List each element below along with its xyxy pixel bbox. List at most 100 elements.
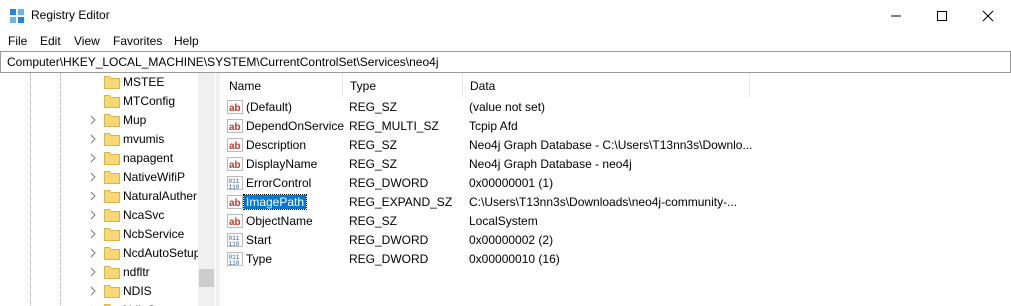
tree-scrollbar-thumb[interactable] — [199, 269, 214, 287]
value-type: REG_DWORD — [349, 252, 429, 266]
address-bar[interactable]: Computer\HKEY_LOCAL_MACHINE\SYSTEM\Curre… — [0, 51, 1011, 73]
close-button[interactable] — [965, 0, 1011, 31]
string-value-icon: ab — [227, 157, 243, 171]
tree-item-label: NcbService — [123, 227, 185, 241]
binary-value-icon: 011110 — [227, 252, 243, 267]
tree-item[interactable]: napagent — [88, 149, 206, 168]
minimize-button[interactable] — [873, 0, 919, 31]
folder-icon — [104, 285, 120, 298]
value-row[interactable]: ab (Default) REG_SZ (value not set) — [221, 98, 1011, 117]
tree-item[interactable]: MTConfig — [88, 92, 206, 111]
value-data: (value not set) — [469, 100, 546, 114]
svg-text:ab: ab — [229, 141, 241, 152]
maximize-icon — [937, 10, 947, 21]
tree-item[interactable]: NDIS — [88, 282, 206, 301]
value-data: Neo4j Graph Database - C:\Users\T13nn3s\… — [469, 138, 753, 152]
svg-text:ab: ab — [229, 198, 241, 209]
tree-guide-line — [30, 73, 31, 306]
tree-item[interactable]: NdisCap — [88, 301, 206, 306]
value-row[interactable]: 011 110 ErrorControl REG_DWORD 0x00000001 (1… — [221, 174, 1011, 193]
value-row[interactable]: ab DependOnService REG_MULTI_SZ Tcpip Afd — [221, 117, 1011, 136]
tree-item[interactable]: Mup — [88, 111, 206, 130]
minimize-icon — [891, 15, 901, 16]
menu-file[interactable]: File — [8, 34, 27, 48]
value-type: REG_EXPAND_SZ — [349, 195, 453, 209]
value-name[interactable]: DependOnService — [244, 119, 346, 133]
value-name[interactable]: Description — [244, 138, 308, 152]
string-value-icon: ab — [227, 214, 243, 228]
value-row[interactable]: ab ImagePath REG_EXPAND_SZ C:\Users\T13nn3s… — [221, 193, 1011, 212]
value-row[interactable]: ab DisplayName REG_SZ Neo4j Graph Database … — [221, 155, 1011, 174]
value-data: 0x00000010 (16) — [469, 252, 560, 266]
value-name[interactable]: Type — [244, 252, 274, 266]
string-value-icon: ab — [227, 195, 243, 209]
value-type: REG_MULTI_SZ — [349, 119, 439, 133]
column-header-name[interactable]: Name — [221, 73, 343, 97]
key-tree[interactable]: MSTEE MTConfig Mup mvumis napagent NativeWifi… — [0, 73, 216, 306]
list-header: Name Type Data — [221, 73, 1011, 97]
tree-item[interactable]: NativeWifiP — [88, 168, 206, 187]
tree-item[interactable]: NaturalAuther — [88, 187, 206, 206]
folder-icon — [104, 95, 120, 108]
value-type: REG_DWORD — [349, 176, 429, 190]
value-name[interactable]: ObjectName — [244, 214, 315, 228]
registry-editor-icon — [10, 9, 24, 23]
value-row[interactable]: ab Description REG_SZ Neo4j Graph Database … — [221, 136, 1011, 155]
value-name[interactable]: ImagePath — [242, 194, 308, 210]
chevron-right-icon[interactable] — [88, 210, 98, 220]
chevron-right-icon[interactable] — [88, 248, 98, 258]
value-type: REG_DWORD — [349, 233, 429, 247]
chevron-right-icon[interactable] — [88, 115, 98, 125]
tree-item[interactable]: NcbService — [88, 225, 206, 244]
svg-text:110: 110 — [229, 260, 240, 267]
menu-help[interactable]: Help — [174, 34, 199, 48]
tree-item[interactable]: ndfltr — [88, 263, 206, 282]
values-list[interactable]: Name Type Data ab (Default) REG_SZ (value n… — [221, 73, 1011, 306]
value-data: 0x00000001 (1) — [469, 176, 554, 190]
value-name[interactable]: (Default) — [244, 100, 294, 114]
folder-icon — [104, 209, 120, 222]
chevron-right-icon[interactable] — [88, 267, 98, 277]
svg-text:ab: ab — [229, 103, 241, 114]
chevron-right-icon[interactable] — [88, 153, 98, 163]
folder-icon — [104, 76, 120, 89]
menu-favorites[interactable]: Favorites — [113, 34, 162, 48]
value-name[interactable]: DisplayName — [244, 157, 319, 171]
folder-icon — [104, 266, 120, 279]
value-data: Neo4j Graph Database - neo4j — [469, 157, 632, 171]
svg-text:110: 110 — [229, 241, 240, 248]
menu-view[interactable]: View — [74, 34, 100, 48]
chevron-right-icon[interactable] — [88, 134, 98, 144]
close-icon — [982, 10, 994, 21]
pane-splitter[interactable] — [216, 73, 220, 306]
column-header-data[interactable]: Data — [462, 73, 750, 97]
value-row[interactable]: ab ObjectName REG_SZ LocalSystem — [221, 212, 1011, 231]
value-name[interactable]: ErrorControl — [244, 176, 313, 190]
tree-item[interactable]: MSTEE — [88, 73, 206, 92]
tree-scrollbar[interactable] — [198, 73, 215, 306]
tree-item[interactable]: NcaSvc — [88, 206, 206, 225]
chevron-right-icon[interactable] — [88, 286, 98, 296]
binary-value-icon: 011110 — [227, 176, 243, 191]
tree-item-label: mvumis — [123, 132, 165, 146]
folder-icon — [104, 152, 120, 165]
title-bar: Registry Editor — [0, 0, 1011, 31]
chevron-right-icon[interactable] — [88, 191, 98, 201]
tree-item-label: NDIS — [123, 284, 152, 298]
folder-icon — [104, 114, 120, 127]
menu-edit[interactable]: Edit — [40, 34, 61, 48]
value-name[interactable]: Start — [244, 233, 273, 247]
value-row[interactable]: 011 110 Type REG_DWORD 0x00000010 (16) — [221, 250, 1011, 269]
tree-item[interactable]: NcdAutoSetup — [88, 244, 206, 263]
column-header-type[interactable]: Type — [342, 73, 463, 97]
tree-item[interactable]: mvumis — [88, 130, 206, 149]
value-row[interactable]: 011 110 Start REG_DWORD 0x00000002 (2) — [221, 231, 1011, 250]
address-path[interactable]: Computer\HKEY_LOCAL_MACHINE\SYSTEM\Curre… — [7, 55, 439, 69]
folder-icon — [104, 133, 120, 146]
string-value-icon: ab — [227, 100, 243, 114]
tree-item-label: MSTEE — [123, 75, 165, 89]
chevron-right-icon[interactable] — [88, 172, 98, 182]
value-type: REG_SZ — [349, 157, 398, 171]
maximize-button[interactable] — [919, 0, 965, 31]
chevron-right-icon[interactable] — [88, 229, 98, 239]
